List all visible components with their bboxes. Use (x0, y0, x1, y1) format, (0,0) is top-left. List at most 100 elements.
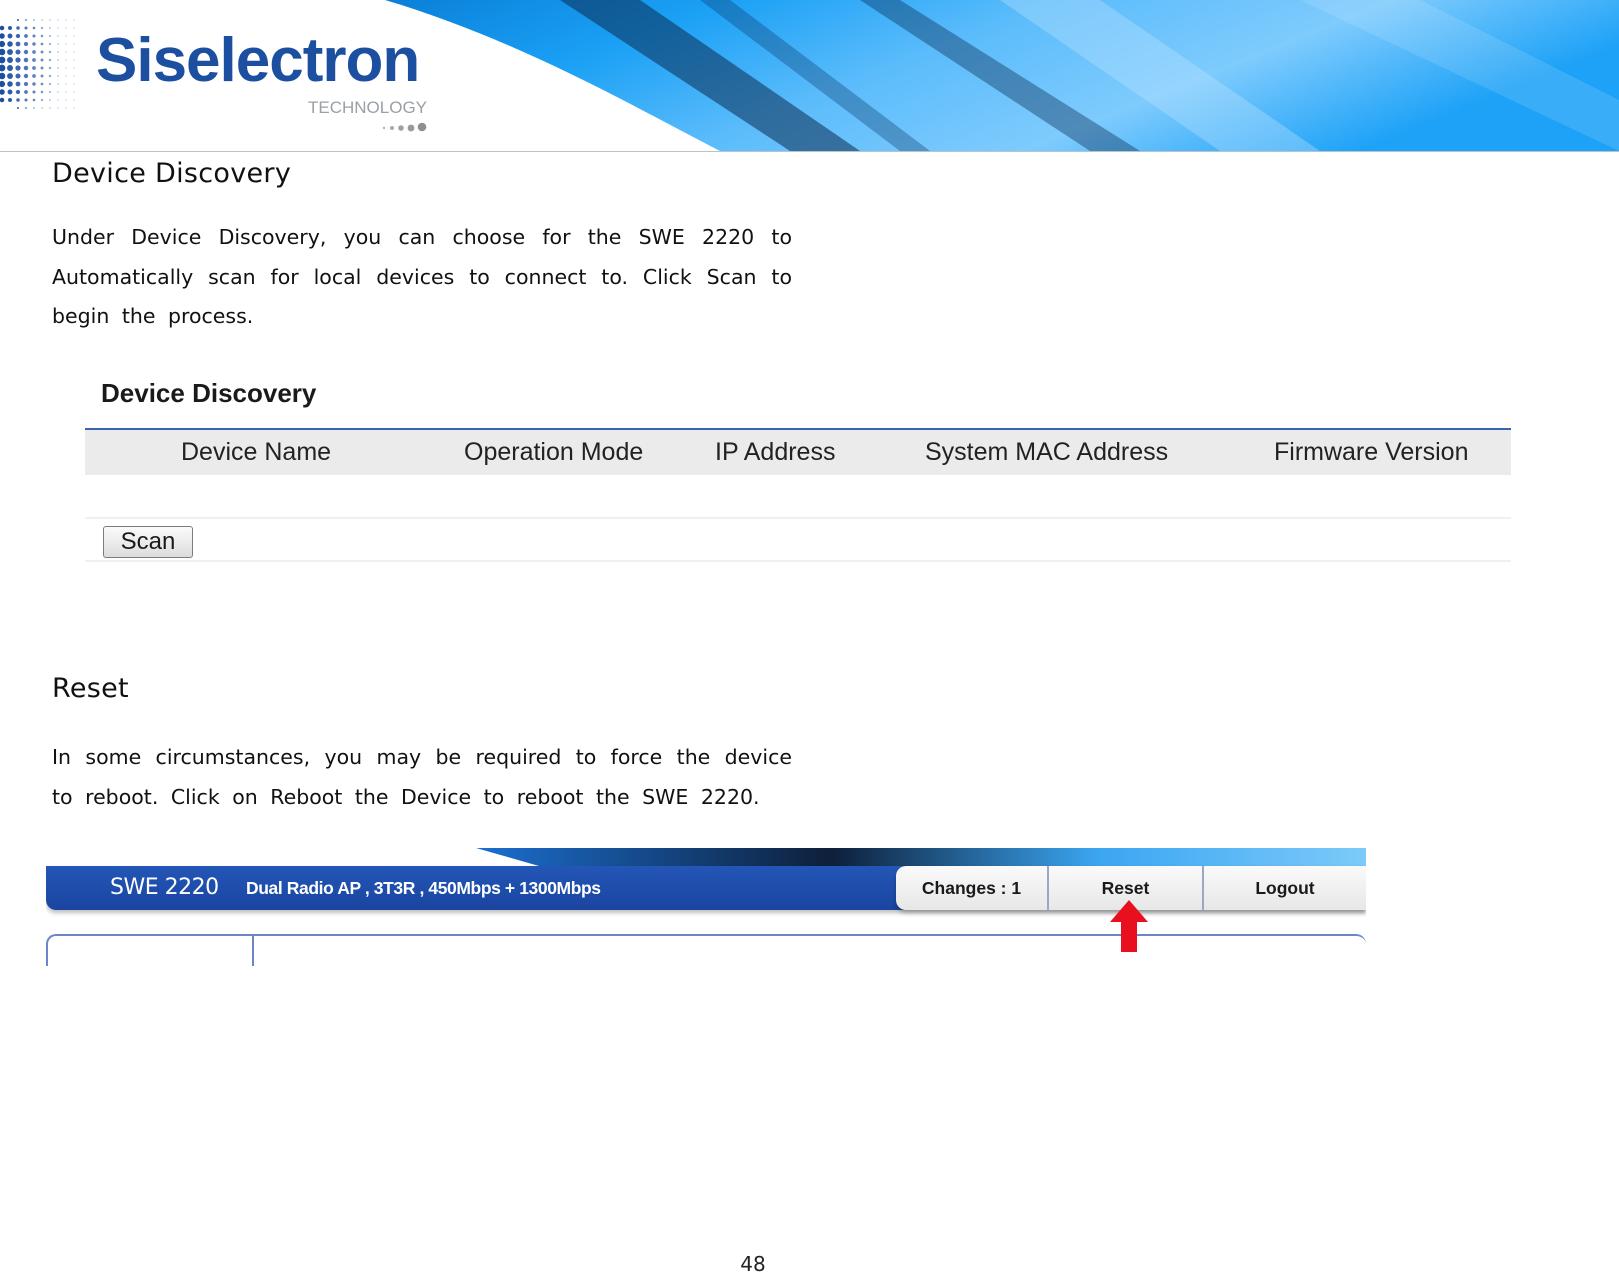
globe-dot (57, 51, 59, 53)
table-row-divider (85, 517, 1511, 519)
globe-dot (32, 50, 36, 54)
globe-dot (48, 58, 52, 62)
globe-dot (0, 80, 6, 88)
globe-dot (33, 19, 35, 21)
globe-dot (40, 50, 44, 54)
globe-dot (57, 99, 59, 101)
globe-dot (32, 98, 36, 102)
globe-dot (0, 72, 6, 80)
globe-dot (32, 58, 36, 62)
globe-dot (73, 75, 75, 77)
device-description: Dual Radio AP , 3T3R , 450Mbps + 1300Mbp… (246, 878, 601, 898)
globe-dot (0, 56, 6, 64)
globe-dot (15, 33, 21, 39)
globe-dot (15, 89, 21, 95)
globe-dot (48, 50, 52, 54)
logout-button[interactable]: Logout (1204, 866, 1366, 910)
globe-dot (73, 27, 75, 29)
globe-dot (57, 35, 59, 37)
globe-dot (32, 74, 36, 78)
tagline-dots-icon (382, 122, 427, 132)
globe-dot (15, 49, 21, 55)
table-bottom-divider (85, 560, 1511, 562)
header-swoosh-graphic (476, 848, 1366, 868)
globe-dot (41, 27, 43, 29)
globe-dot (65, 27, 67, 29)
panel-title: Device Discovery (101, 378, 317, 408)
globe-dot (23, 49, 29, 55)
globe-dot (48, 82, 52, 86)
globe-dot (49, 19, 51, 21)
globe-dot (24, 90, 28, 94)
column-header-device-name: Device Name (181, 438, 332, 466)
globe-dot (49, 27, 51, 29)
globe-dot (65, 75, 67, 77)
globe-dot (0, 48, 6, 56)
globe-dot (73, 59, 75, 61)
globe-dot (6, 64, 14, 72)
globe-dot (57, 91, 59, 93)
globe-dot (16, 26, 20, 30)
page-number: 48 (740, 1252, 766, 1276)
globe-dot (73, 83, 75, 85)
globe-dot (32, 66, 36, 70)
globe-dot (41, 107, 43, 109)
globe-dot (0, 25, 5, 31)
globe-dot (23, 65, 29, 71)
globe-dot (65, 35, 67, 37)
globe-dot (73, 35, 75, 37)
globe-dot (32, 42, 36, 46)
globe-dot (0, 64, 6, 72)
globe-dot (65, 107, 67, 109)
globe-dot (32, 26, 36, 30)
globe-dot (57, 107, 59, 109)
section-paragraph-device-discovery: Under Device Discovery, you can choose f… (52, 225, 792, 328)
section-heading-device-discovery: Device Discovery (52, 158, 292, 189)
globe-dot (32, 90, 36, 94)
globe-dot (65, 67, 67, 69)
globe-dot (15, 41, 21, 47)
globe-dot (48, 42, 52, 46)
changes-button[interactable]: Changes : 1 (896, 866, 1049, 910)
column-header-firmware-version: Firmware Version (1274, 438, 1469, 466)
globe-dot (8, 26, 12, 30)
globe-dot (57, 19, 59, 21)
globe-dot (49, 35, 51, 37)
section-heading-reset: Reset (52, 673, 129, 704)
globe-dot (7, 81, 13, 87)
globe-dot (23, 81, 29, 87)
globe-dot (48, 74, 52, 78)
globe-dot (65, 19, 67, 21)
brand-name: Siselectron (96, 26, 420, 95)
globe-dot (15, 65, 21, 71)
globe-dot (7, 41, 13, 47)
column-header-ip-address: IP Address (715, 438, 836, 466)
globe-dot (73, 51, 75, 53)
globe-dot (73, 67, 75, 69)
globe-dot (41, 19, 43, 21)
globe-dot (73, 99, 75, 101)
device-discovery-panel: Device Discovery Device Name Operation M… (85, 372, 1511, 572)
globe-dot (33, 107, 35, 109)
globe-dot (49, 91, 51, 93)
globe-dot (0, 40, 6, 48)
globe-dot (41, 99, 43, 101)
globe-dot (73, 91, 75, 93)
globe-dot (7, 33, 13, 39)
globe-dot (25, 107, 27, 109)
globe-dot (57, 27, 59, 29)
globe-dot (24, 98, 28, 102)
globe-dot (40, 82, 44, 86)
globe-dot (16, 18, 20, 22)
globe-dot (73, 19, 75, 21)
globe-dot (24, 34, 28, 38)
globe-dot (0, 33, 5, 39)
globe-dot (16, 98, 20, 102)
globe-dot (6, 56, 14, 64)
globe-dot (15, 57, 21, 63)
scan-button[interactable]: Scan (103, 526, 193, 558)
globe-dot (23, 73, 29, 79)
globe-dot (57, 59, 59, 61)
globe-dot (0, 97, 5, 103)
table-header-row: Device Name Operation Mode IP Address Sy… (85, 430, 1511, 475)
